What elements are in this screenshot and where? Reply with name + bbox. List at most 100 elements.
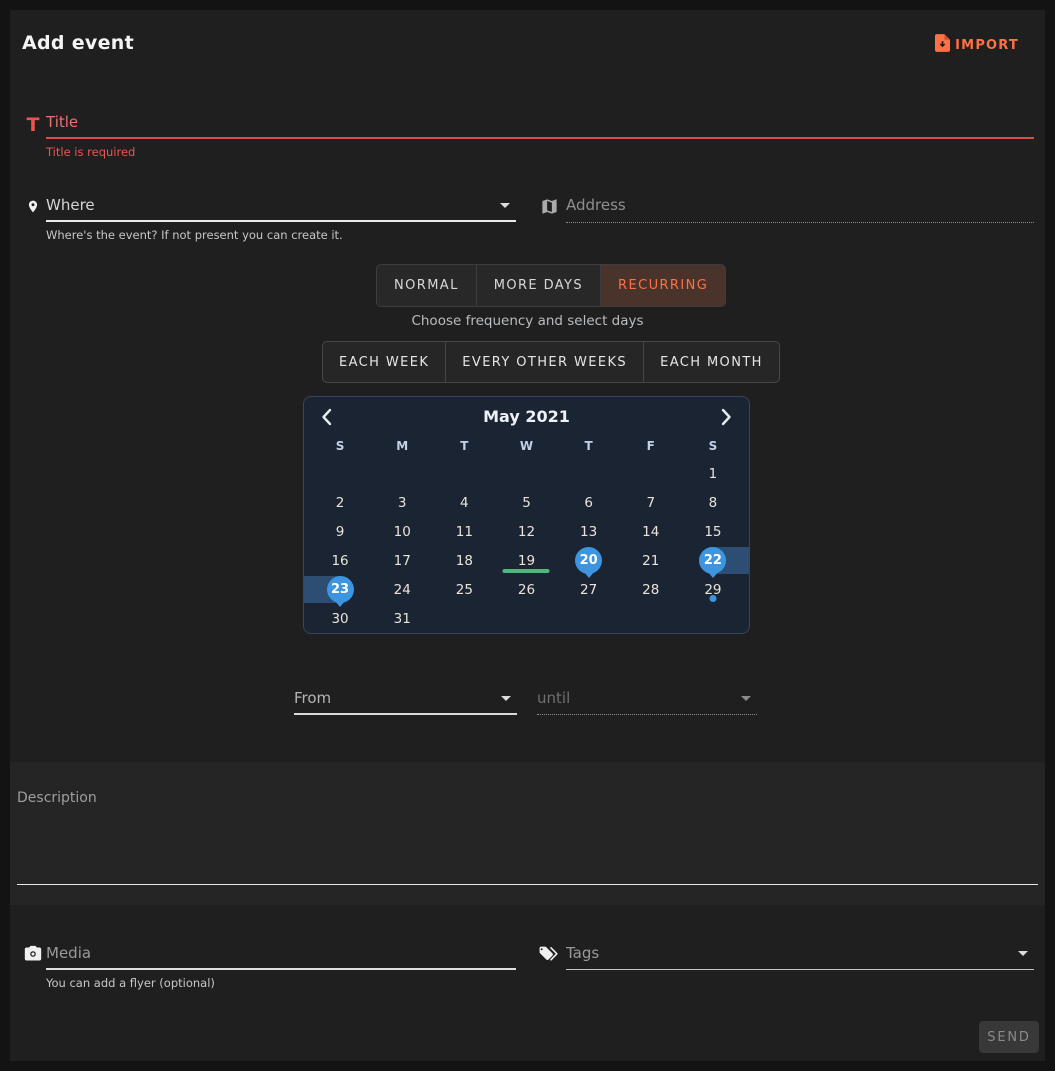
media-input[interactable]: Media <box>46 943 516 970</box>
day-number: 27 <box>580 582 597 598</box>
frequency-each-month-button[interactable]: EACH MONTH <box>644 342 779 382</box>
calendar-day-empty <box>371 459 433 488</box>
chevron-down-icon <box>1018 951 1028 956</box>
day-number: 14 <box>642 524 659 540</box>
calendar-day-25[interactable]: 25 <box>433 575 495 604</box>
tags-select[interactable]: Tags <box>566 943 1034 970</box>
media-field-row: Media You can add a flyer (optional) <box>22 943 516 990</box>
calendar-day-23[interactable]: 23 <box>309 575 371 604</box>
frequency-each-week-button[interactable]: EACH WEEK <box>323 342 446 382</box>
from-label: From <box>294 689 331 707</box>
tags-placeholder: Tags <box>566 944 599 962</box>
page-title: Add event <box>22 32 134 54</box>
calendar-month-label: May 2021 <box>483 407 570 426</box>
day-number: 15 <box>704 524 721 540</box>
calendar-day-10[interactable]: 10 <box>371 517 433 546</box>
calendar-day-12[interactable]: 12 <box>495 517 557 546</box>
day-number: 28 <box>642 582 659 598</box>
today-underline-marker <box>503 569 550 573</box>
calendar-day-8[interactable]: 8 <box>682 488 744 517</box>
calendar-day-1[interactable]: 1 <box>682 459 744 488</box>
tab-recurring[interactable]: RECURRING <box>601 265 725 306</box>
chevron-down-icon <box>501 696 511 701</box>
calendar-day-7[interactable]: 7 <box>620 488 682 517</box>
day-number: 21 <box>642 553 659 569</box>
camera-icon <box>22 945 44 967</box>
day-number: 6 <box>584 495 593 511</box>
dialog-panel: Add event IMPORT T Title Titl <box>10 10 1045 1061</box>
calendar-day-27[interactable]: 27 <box>558 575 620 604</box>
day-number: 29 <box>704 582 721 598</box>
weekday-header: M <box>371 439 433 453</box>
calendar-day-5[interactable]: 5 <box>495 488 557 517</box>
event-mode-tabs: NORMAL MORE DAYS RECURRING <box>376 264 726 307</box>
calendar-day-14[interactable]: 14 <box>620 517 682 546</box>
tab-more-days[interactable]: MORE DAYS <box>477 265 601 306</box>
calendar-day-15[interactable]: 15 <box>682 517 744 546</box>
chevron-down-icon <box>500 203 510 208</box>
location-pin-icon <box>22 197 44 220</box>
day-number: 7 <box>646 495 655 511</box>
calendar-prev-month-button[interactable] <box>320 408 334 426</box>
description-textarea[interactable] <box>17 884 1038 885</box>
send-button[interactable]: SEND <box>979 1021 1039 1053</box>
import-label: IMPORT <box>955 38 1019 53</box>
frequency-every-other-weeks-button[interactable]: EVERY OTHER WEEKS <box>446 342 644 382</box>
calendar-day-24[interactable]: 24 <box>371 575 433 604</box>
until-select[interactable]: until <box>537 688 757 715</box>
calendar-header: May 2021 <box>304 397 749 433</box>
day-number: 17 <box>394 553 411 569</box>
weekday-header: T <box>433 439 495 453</box>
calendar-day-16[interactable]: 16 <box>309 546 371 575</box>
from-select[interactable]: From <box>294 688 517 715</box>
title-error-message: Title is required <box>46 145 1034 159</box>
calendar-day-28[interactable]: 28 <box>620 575 682 604</box>
calendar-day-31[interactable]: 31 <box>371 604 433 633</box>
tab-normal[interactable]: NORMAL <box>377 265 477 306</box>
calendar-day-21[interactable]: 21 <box>620 546 682 575</box>
calendar-day-22[interactable]: 22 <box>682 546 744 575</box>
weekday-header: S <box>682 439 744 453</box>
calendar-day-empty <box>433 459 495 488</box>
calendar-day-3[interactable]: 3 <box>371 488 433 517</box>
selected-day-balloon: 23 <box>327 576 354 603</box>
day-number: 25 <box>456 582 473 598</box>
title-field-row: T Title Title is required <box>22 112 1034 159</box>
calendar-day-29[interactable]: 29 <box>682 575 744 604</box>
calendar-day-2[interactable]: 2 <box>309 488 371 517</box>
from-field-row: From <box>294 688 517 715</box>
day-number: 1 <box>709 466 718 482</box>
calendar-day-18[interactable]: 18 <box>433 546 495 575</box>
day-number: 24 <box>394 582 411 598</box>
address-input[interactable]: Address <box>566 195 1034 223</box>
title-input[interactable]: Title <box>46 112 1034 139</box>
frequency-button-group: EACH WEEK EVERY OTHER WEEKS EACH MONTH <box>322 341 780 383</box>
calendar-day-6[interactable]: 6 <box>558 488 620 517</box>
address-placeholder: Address <box>566 196 626 214</box>
calendar-day-30[interactable]: 30 <box>309 604 371 633</box>
calendar-day-17[interactable]: 17 <box>371 546 433 575</box>
media-placeholder: Media <box>46 944 91 962</box>
day-number: 30 <box>331 611 348 627</box>
day-number: 18 <box>456 553 473 569</box>
calendar-day-4[interactable]: 4 <box>433 488 495 517</box>
calendar-day-empty <box>433 604 495 633</box>
calendar-next-month-button[interactable] <box>719 408 733 426</box>
day-number: 31 <box>394 611 411 627</box>
day-number: 5 <box>522 495 531 511</box>
calendar-day-20[interactable]: 20 <box>558 546 620 575</box>
tags-icon <box>538 945 560 968</box>
calendar-weekday-headers: SMTWTFS <box>304 433 749 459</box>
calendar-day-13[interactable]: 13 <box>558 517 620 546</box>
day-number: 12 <box>518 524 535 540</box>
calendar-day-26[interactable]: 26 <box>495 575 557 604</box>
calendar-day-11[interactable]: 11 <box>433 517 495 546</box>
where-select[interactable]: Where <box>46 195 516 222</box>
calendar-day-empty <box>620 604 682 633</box>
import-button[interactable]: IMPORT <box>935 34 1019 56</box>
calendar-day-19[interactable]: 19 <box>495 546 557 575</box>
map-icon <box>538 197 560 220</box>
day-number: 13 <box>580 524 597 540</box>
calendar-day-9[interactable]: 9 <box>309 517 371 546</box>
weekday-header: S <box>309 439 371 453</box>
